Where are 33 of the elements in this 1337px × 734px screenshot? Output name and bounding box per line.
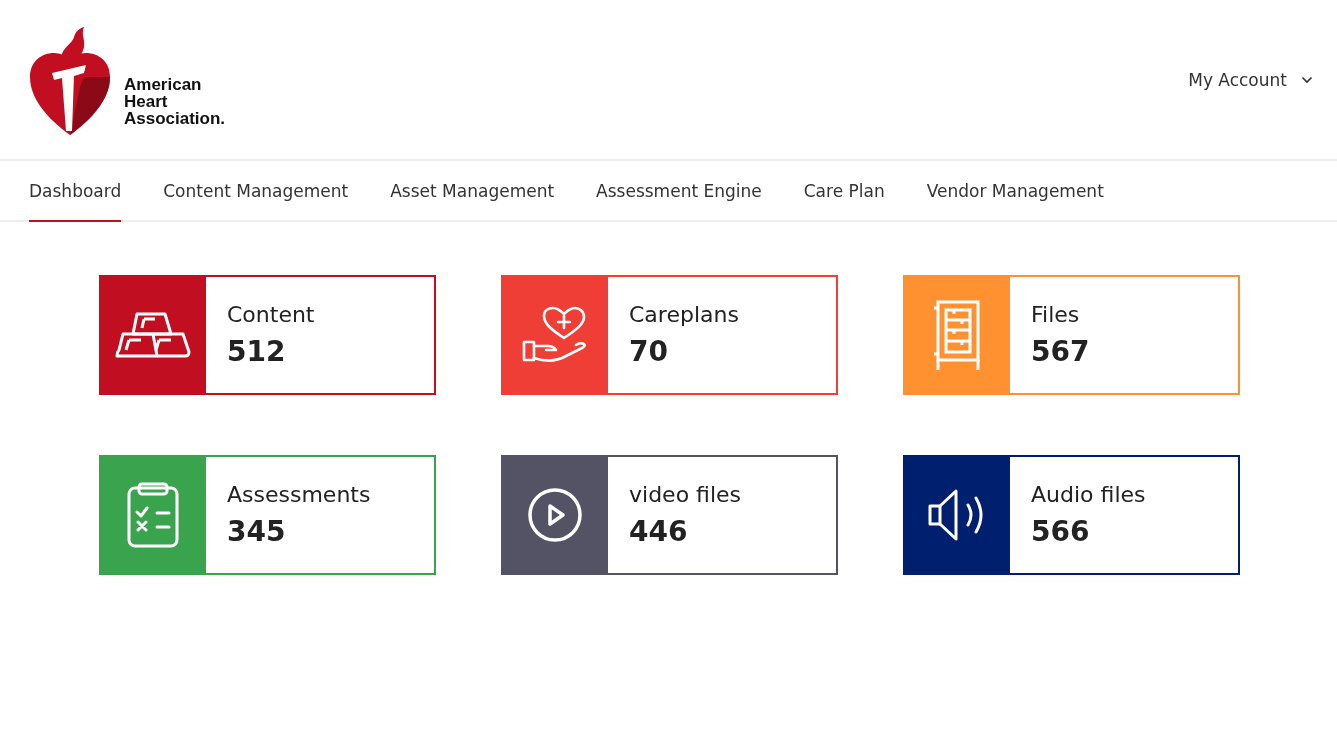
stat-card[interactable]: video files 446 (501, 455, 838, 575)
card-title: video files (629, 482, 742, 507)
card-count: 566 (1031, 515, 1091, 548)
play-circle-icon (526, 487, 583, 543)
stat-card[interactable]: Assessments 345 (99, 455, 436, 575)
card-title: Assessments (227, 482, 371, 507)
card-count: 567 (1031, 335, 1090, 368)
logo-wordmark: American Heart Association. (124, 75, 226, 127)
stat-card[interactable]: Audio files 566 (903, 455, 1240, 575)
stat-card[interactable]: Files 567 (903, 275, 1240, 395)
chevron-down-icon (1301, 75, 1313, 84)
card-title: Content (227, 302, 315, 327)
nav-tab[interactable]: Assessment Engine (596, 161, 762, 222)
nav-tab[interactable]: Care Plan (803, 161, 885, 222)
nav-tab[interactable]: Vendor Management (926, 161, 1104, 222)
stat-card[interactable]: Careplans 70 (501, 275, 838, 395)
card-count: 345 (227, 515, 287, 548)
filing-shelf-icon (931, 300, 982, 370)
my-account-menu[interactable]: My Account (1188, 65, 1313, 94)
stat-card[interactable]: Content 512 (99, 275, 436, 395)
heart-torch-logo-icon (28, 26, 112, 137)
stacked-bars-icon (114, 310, 191, 360)
nav-tab[interactable]: Asset Management (390, 161, 555, 222)
clipboard-checklist-icon (126, 482, 179, 548)
card-count: 446 (629, 515, 689, 548)
nav-tab[interactable]: Content Management (163, 161, 349, 222)
card-title: Audio files (1031, 482, 1146, 507)
card-count: 70 (629, 335, 669, 368)
nav-tab[interactable]: Dashboard (29, 161, 122, 222)
card-title: Files (1031, 302, 1081, 327)
card-title: Careplans (629, 302, 739, 327)
heart-in-hand-icon (521, 306, 588, 364)
card-count: 512 (227, 335, 287, 368)
